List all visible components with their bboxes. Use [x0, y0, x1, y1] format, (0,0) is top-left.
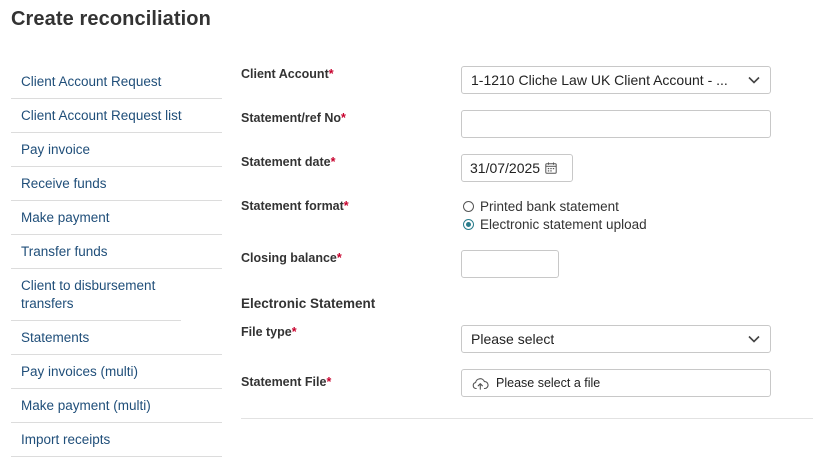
page-title: Create reconciliation	[11, 8, 211, 30]
chevron-down-icon	[748, 335, 760, 343]
sidebar-item-transfer-funds[interactable]: Transfer funds	[11, 235, 222, 269]
divider	[241, 418, 813, 419]
required-marker: *	[336, 251, 342, 265]
required-marker: *	[343, 199, 349, 213]
radio-electronic-label: Electronic statement upload	[480, 217, 647, 232]
sidebar-item-make-payment-multi[interactable]: Make payment (multi)	[11, 389, 222, 423]
statement-format-label: Statement format*	[241, 199, 349, 213]
statement-date-input[interactable]: 31/07/2025	[461, 154, 573, 182]
radio-printed-label: Printed bank statement	[480, 199, 619, 214]
section-heading-electronic-statement: Electronic Statement	[241, 296, 376, 311]
client-account-value: 1-1210 Cliche Law UK Client Account - ..…	[471, 72, 728, 88]
sidebar-item-import-receipts[interactable]: Import receipts	[11, 423, 222, 457]
statement-file-value: Please select a file	[496, 376, 601, 390]
client-account-label: Client Account*	[241, 67, 334, 81]
closing-balance-label: Closing balance*	[241, 251, 342, 265]
required-marker: *	[326, 375, 332, 389]
radio-printed-bank-statement[interactable]: Printed bank statement	[463, 199, 619, 214]
statement-format-label-text: Statement format	[241, 199, 344, 213]
file-type-select[interactable]: Please select	[461, 325, 771, 353]
sidebar-item-client-to-disbursement-transfers[interactable]: Client to disbursement transfers	[11, 269, 181, 321]
sidebar-item-pay-invoices-multi[interactable]: Pay invoices (multi)	[11, 355, 222, 389]
sidebar-nav: Client Account Request Client Account Re…	[11, 65, 222, 457]
file-type-label: File type*	[241, 325, 297, 339]
statement-file-label-text: Statement File	[241, 375, 327, 389]
statement-date-label-text: Statement date	[241, 155, 331, 169]
radio-electronic-statement-upload[interactable]: Electronic statement upload	[463, 217, 647, 232]
client-account-label-text: Client Account	[241, 67, 329, 81]
chevron-down-icon	[748, 76, 760, 84]
cloud-upload-icon	[472, 377, 489, 390]
statement-ref-label: Statement/ref No*	[241, 111, 346, 125]
statement-ref-label-text: Statement/ref No	[241, 111, 342, 125]
sidebar-item-receive-funds[interactable]: Receive funds	[11, 167, 222, 201]
client-account-select[interactable]: 1-1210 Cliche Law UK Client Account - ..…	[461, 66, 771, 94]
required-marker: *	[291, 325, 297, 339]
calendar-icon[interactable]	[545, 162, 557, 174]
sidebar-item-pay-invoice[interactable]: Pay invoice	[11, 133, 222, 167]
radio-button-checked[interactable]	[463, 219, 474, 230]
statement-date-label: Statement date*	[241, 155, 335, 169]
file-type-label-text: File type	[241, 325, 292, 339]
statement-ref-input[interactable]	[461, 110, 771, 138]
closing-balance-input[interactable]	[461, 250, 559, 278]
statement-file-picker[interactable]: Please select a file	[461, 369, 771, 397]
sidebar-item-client-account-request[interactable]: Client Account Request	[11, 65, 222, 99]
sidebar-item-make-payment[interactable]: Make payment	[11, 201, 222, 235]
required-marker: *	[341, 111, 346, 125]
sidebar-item-statements[interactable]: Statements	[11, 321, 222, 355]
statement-date-value: 31/07/2025	[470, 160, 541, 176]
closing-balance-label-text: Closing balance	[241, 251, 337, 265]
required-marker: *	[330, 155, 336, 169]
statement-file-label: Statement File*	[241, 375, 331, 389]
sidebar-item-client-account-request-list[interactable]: Client Account Request list	[11, 99, 222, 133]
radio-button-unchecked[interactable]	[463, 201, 474, 212]
required-marker: *	[328, 67, 334, 81]
file-type-value: Please select	[471, 331, 555, 347]
